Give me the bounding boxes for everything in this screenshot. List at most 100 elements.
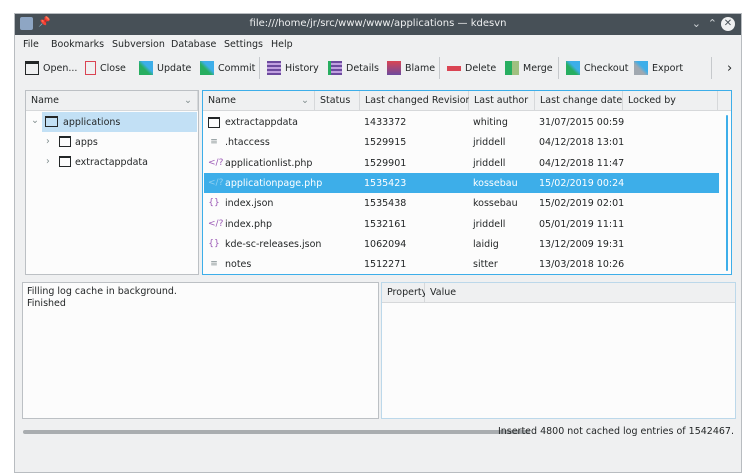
file-name: applicationpage.php xyxy=(225,177,323,189)
commit-button[interactable]: Commit xyxy=(200,56,255,80)
update-button[interactable]: Update xyxy=(139,56,191,80)
details-icon xyxy=(328,61,342,75)
tree-item-extractappdata[interactable]: › extractappdata xyxy=(27,152,197,172)
close-label: Close xyxy=(100,62,126,74)
revision: 1535423 xyxy=(364,177,407,189)
menu-database[interactable]: Database xyxy=(171,39,216,50)
blame-button[interactable]: Blame xyxy=(387,56,435,80)
revision: 1529901 xyxy=(364,157,407,169)
menu-subversion[interactable]: Subversion xyxy=(112,39,165,50)
toolbar-separator xyxy=(711,57,712,79)
table-row[interactable]: extractappdata 1433372 whiting 31/07/2015 0… xyxy=(204,112,719,132)
commit-icon xyxy=(200,61,214,75)
checkout-button[interactable]: Checkout xyxy=(566,56,628,80)
table-row[interactable]: {} index.json 1535438 kossebau 15/02/2019 02… xyxy=(204,193,719,213)
tree-item-applications[interactable]: ⌄ applications xyxy=(27,112,197,132)
author: kossebau xyxy=(473,198,518,210)
table-row[interactable]: {} kde-sc-releases.json 1062094 laidig 13/12… xyxy=(204,234,719,254)
author: jriddell xyxy=(473,157,506,169)
open-label: Open... xyxy=(43,62,78,74)
column-header-value[interactable]: Value xyxy=(425,283,735,303)
main-window: 📌 file:///home/jr/src/www/www/applicatio… xyxy=(14,13,742,473)
column-header-revision[interactable]: Last changed Revision xyxy=(360,91,472,111)
export-label: Export xyxy=(652,62,684,74)
merge-label: Merge xyxy=(523,62,553,74)
change-date: 15/02/2019 02:01 xyxy=(539,198,625,210)
tree-header-label: Name xyxy=(31,95,60,106)
vertical-scrollbar[interactable] xyxy=(726,115,728,271)
property-table: Property Value xyxy=(381,282,736,419)
delete-label: Delete xyxy=(465,62,497,74)
php-file-icon: </? xyxy=(208,177,224,188)
maximize-button[interactable]: ⌃ xyxy=(708,17,717,30)
details-button[interactable]: Details xyxy=(328,56,379,80)
column-header-status[interactable]: Status xyxy=(315,91,360,111)
tree-label: extractappdata xyxy=(75,157,148,168)
column-header-author[interactable]: Last author xyxy=(469,91,535,111)
menu-help[interactable]: Help xyxy=(271,39,293,50)
delete-button[interactable]: Delete xyxy=(447,56,496,80)
export-icon xyxy=(634,61,648,75)
file-name: notes xyxy=(225,259,252,271)
change-date: 15/02/2019 00:24 xyxy=(539,177,625,189)
history-button[interactable]: History xyxy=(267,56,319,80)
toolbar-separator xyxy=(439,57,440,79)
column-header-date[interactable]: Last change date xyxy=(535,91,623,111)
php-file-icon: </? xyxy=(208,157,224,168)
toolbar-separator xyxy=(259,57,260,79)
folder-icon xyxy=(45,116,58,127)
folder-open-icon xyxy=(25,61,39,75)
json-file-icon: {} xyxy=(208,238,220,249)
revision: 1433372 xyxy=(364,117,407,128)
table-row[interactable]: </? index.php 1532161 jriddell 05/01/2019 11… xyxy=(204,214,719,234)
tree-header-name[interactable]: Name ⌄ xyxy=(26,91,198,111)
change-date: 31/07/2015 00:59 xyxy=(539,117,625,128)
header-filler xyxy=(718,91,731,111)
table-row[interactable]: </? applicationpage.php 1535423 kossebau 15/… xyxy=(204,172,719,193)
delete-icon xyxy=(447,61,461,75)
file-name: index.json xyxy=(225,198,274,210)
change-date: 04/12/2018 13:01 xyxy=(539,137,625,149)
author: jriddell xyxy=(473,218,506,230)
log-line: Filling log cache in background. xyxy=(27,286,177,297)
toolbar-overflow-button[interactable]: › xyxy=(727,56,732,80)
close-button[interactable]: Close xyxy=(85,56,126,80)
revision: 1532161 xyxy=(364,218,407,230)
chevron-down-icon: ⌄ xyxy=(184,95,192,106)
folder-icon xyxy=(59,156,71,167)
file-name: index.php xyxy=(225,218,273,230)
table-row[interactable]: ≡ .htaccess 1529915 jriddell 04/12/2018 13:0… xyxy=(204,132,719,152)
minimize-button[interactable]: ⌄ xyxy=(692,17,701,30)
history-label: History xyxy=(285,62,319,74)
change-date: 13/03/2018 10:26 xyxy=(539,259,625,271)
log-line: Finished xyxy=(27,298,66,309)
merge-button[interactable]: Merge xyxy=(505,56,553,80)
column-header-name[interactable]: Name ⌄ xyxy=(203,91,315,111)
details-label: Details xyxy=(346,62,379,74)
open-button[interactable]: Open... xyxy=(25,56,77,80)
close-window-button[interactable]: ✕ xyxy=(721,17,735,31)
table-row[interactable]: </? applicationlist.php 1529901 jriddell 04/… xyxy=(204,153,719,173)
text-file-icon: ≡ xyxy=(210,137,218,148)
history-icon xyxy=(267,61,281,75)
json-file-icon: {} xyxy=(208,198,220,209)
revision: 1535438 xyxy=(364,198,407,210)
checkout-label: Checkout xyxy=(584,62,629,74)
menu-file[interactable]: File xyxy=(23,39,39,50)
export-button[interactable]: Export xyxy=(634,56,683,80)
file-name: applicationlist.php xyxy=(225,157,313,169)
collapse-arrow-icon: › xyxy=(46,136,50,147)
menu-bookmarks[interactable]: Bookmarks xyxy=(51,39,104,50)
menu-settings[interactable]: Settings xyxy=(224,39,263,50)
update-label: Update xyxy=(157,62,192,74)
column-header-property[interactable]: Property xyxy=(382,283,427,303)
revision: 1529915 xyxy=(364,137,407,149)
folder-icon xyxy=(59,136,71,147)
tree-item-apps[interactable]: › apps xyxy=(27,132,197,152)
revision: 1512271 xyxy=(364,259,407,271)
blame-label: Blame xyxy=(405,62,436,74)
status-text: Inserted 4800 not cached log entries of … xyxy=(497,426,734,437)
column-header-locked[interactable]: Locked by xyxy=(623,91,718,111)
table-row[interactable]: ≡ notes 1512271 sitter 13/03/2018 10:26 xyxy=(204,254,719,274)
tree-label: apps xyxy=(75,137,98,148)
